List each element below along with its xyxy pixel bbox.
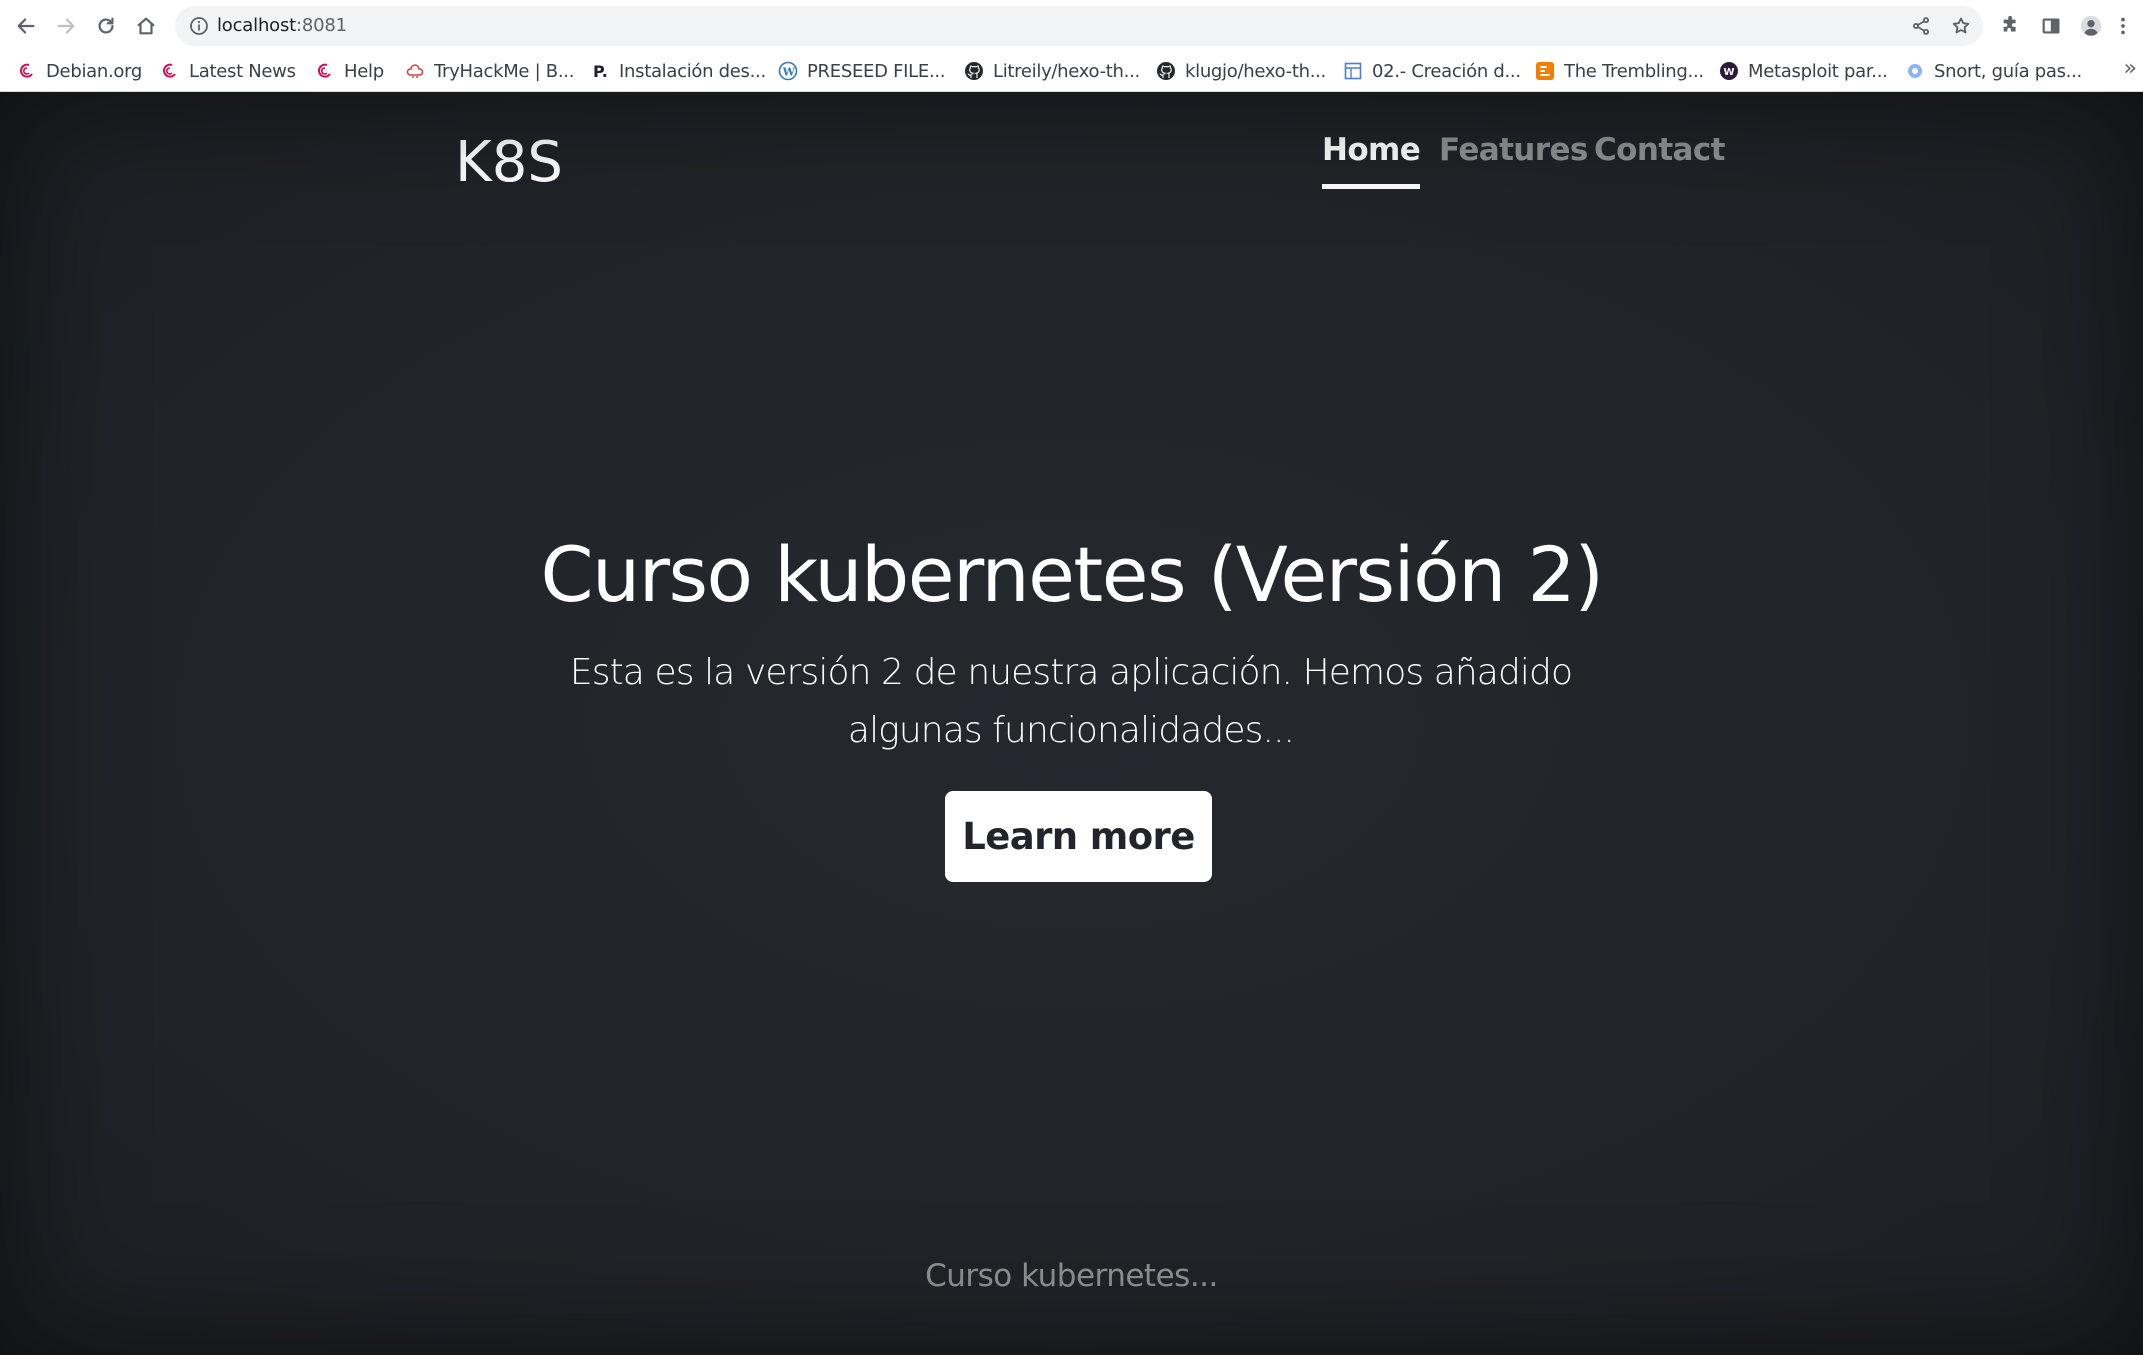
bookmark-label: Snort, guía pas... [1934, 60, 2082, 82]
browser-menu-button[interactable] [2111, 10, 2135, 42]
reload-icon [98, 17, 114, 34]
p-icon: P. [589, 60, 611, 82]
url-host: localhost [217, 15, 296, 36]
bookmark-label: Litreily/hexo-th... [993, 60, 1140, 82]
bookmark-star-button[interactable] [1947, 12, 1975, 40]
menu-icon [2121, 17, 2125, 35]
info-icon[interactable] [189, 16, 209, 36]
bookmarks-overflow-button[interactable]: » [2124, 56, 2137, 81]
wordpress-icon: W [777, 60, 799, 82]
hero-title: Curso kubernetes (Versión 2) [540, 530, 1604, 619]
share-button[interactable] [1907, 12, 1935, 40]
address-bar[interactable]: localhost:8081 [175, 6, 1983, 46]
url-text[interactable]: localhost:8081 [217, 6, 347, 46]
forward-icon [57, 18, 75, 34]
w-icon: W [1718, 60, 1740, 82]
forward-button[interactable] [50, 10, 82, 42]
side-panel-button[interactable] [2035, 10, 2067, 42]
svg-text:W: W [782, 65, 796, 78]
site-brand[interactable]: K8S [455, 130, 563, 195]
bookmark-label: Help [344, 60, 384, 82]
back-button[interactable] [10, 10, 42, 42]
bookmark-item[interactable]: P. Instalación des... [589, 54, 766, 88]
browser-chrome: localhost:8081 Debian.org Latest News He… [0, 0, 2143, 92]
bookmark-label: The Trembling... [1564, 60, 1704, 82]
blogger-icon [1534, 60, 1556, 82]
hero-lead: Esta es la versión 2 de nuestra aplicaci… [569, 652, 1573, 751]
debian-icon [16, 60, 38, 82]
bookmark-item[interactable]: Debian.org [16, 54, 142, 88]
bookmark-label: 02.- Creación d... [1372, 60, 1521, 82]
profile-icon [2080, 15, 2102, 37]
learn-more-button[interactable]: Learn more [945, 791, 1212, 882]
bookmark-label: Latest News [189, 60, 296, 82]
browser-toolbar: localhost:8081 [0, 0, 2143, 52]
bookmark-item[interactable]: 02.- Creación d... [1342, 54, 1521, 88]
bookmark-item[interactable]: Litreily/hexo-th... [963, 54, 1140, 88]
profile-button[interactable] [2075, 10, 2107, 42]
tryhackme-icon [404, 60, 426, 82]
svg-text:W: W [1724, 67, 1735, 78]
svg-text:P.: P. [593, 62, 608, 81]
bookmark-item[interactable]: W Metasploit par... [1718, 54, 1888, 88]
bookmark-item[interactable]: W PRESEED FILE... [777, 54, 946, 88]
bookmarks-bar: Debian.org Latest News Help TryHackMe | … [0, 54, 2143, 88]
reload-button[interactable] [90, 10, 122, 42]
bookmark-label: Debian.org [46, 60, 143, 82]
github-icon [963, 60, 985, 82]
bookmark-label: TryHackMe | B... [434, 60, 575, 82]
home-icon [137, 17, 155, 35]
extensions-button[interactable] [1995, 10, 2027, 42]
side-panel-icon [2042, 18, 2060, 34]
page-content: K8S Home Features Contact Curso kubernet… [0, 92, 2143, 1355]
nav-features[interactable]: Features [1439, 132, 1588, 168]
bookmark-item[interactable]: TryHackMe | B... [404, 54, 574, 88]
debian-icon [314, 60, 336, 82]
footer-text: Curso kubernetes... [925, 1258, 1218, 1294]
star-icon [1952, 17, 1970, 34]
nav-contact[interactable]: Contact [1594, 132, 1725, 168]
bookmark-item[interactable]: Help [314, 54, 384, 88]
url-port: :8081 [296, 15, 347, 36]
back-icon [17, 18, 35, 34]
home-button[interactable] [130, 10, 162, 42]
bookmark-label: PRESEED FILE... [807, 60, 946, 82]
page-icon [1342, 60, 1364, 82]
debian-icon [159, 60, 181, 82]
bookmark-item[interactable]: klugjo/hexo-th... [1155, 54, 1326, 88]
site-icon [1904, 60, 1926, 82]
share-icon [1913, 17, 1929, 35]
bookmark-label: Metasploit par... [1748, 60, 1888, 82]
bookmark-item[interactable]: The Trembling... [1534, 54, 1704, 88]
bookmark-label: Instalación des... [619, 60, 766, 82]
github-icon [1155, 60, 1177, 82]
bookmark-item[interactable]: Snort, guía pas... [1904, 54, 2082, 88]
nav-home[interactable]: Home [1322, 132, 1421, 189]
bookmark-label: klugjo/hexo-th... [1185, 60, 1326, 82]
bookmark-item[interactable]: Latest News [159, 54, 296, 88]
extensions-icon [2003, 15, 2016, 32]
